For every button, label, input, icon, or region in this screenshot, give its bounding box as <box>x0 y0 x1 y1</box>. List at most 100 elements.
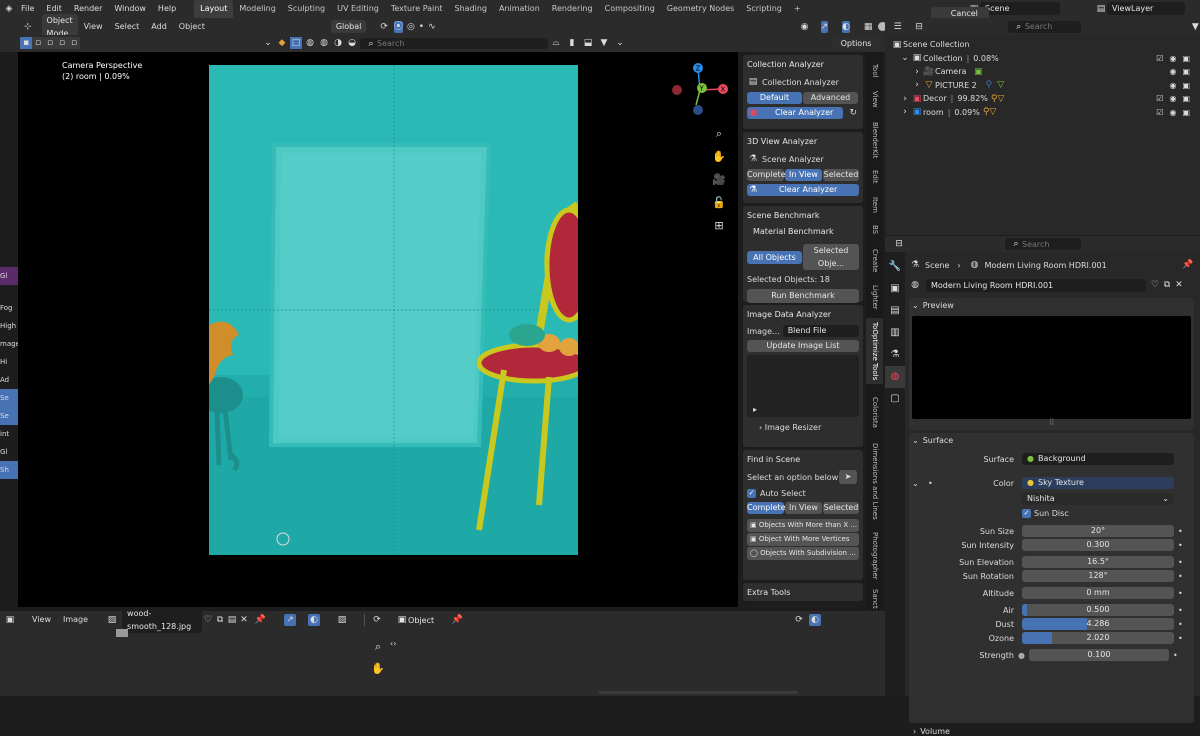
tab-layout[interactable]: Layout <box>194 0 234 18</box>
vtab-create[interactable]: Create <box>866 247 883 275</box>
camera-icon[interactable]: ▣ <box>1182 65 1190 79</box>
eye-icon[interactable]: ◉ <box>1169 92 1176 106</box>
new-image-icon[interactable]: ⧉ <box>214 614 226 626</box>
cursor-pick-icon[interactable]: ➤ <box>839 470 857 484</box>
globe-icon[interactable]: ◍ <box>318 37 330 49</box>
eye-icon[interactable]: ◉ <box>1169 106 1176 120</box>
collection-analyzer-title[interactable]: Collection Analyzer <box>747 58 859 72</box>
camera-view-icon[interactable]: 🎥 <box>711 168 727 191</box>
cube-icon[interactable]: ◆ <box>276 37 288 49</box>
chevron-down-icon[interactable]: ⌄ <box>262 37 274 49</box>
run-benchmark-button[interactable]: Run Benchmark <box>747 289 859 303</box>
properties-search-input[interactable]: ⌕ Search <box>1005 238 1081 250</box>
vtab-photographer[interactable]: Photographer <box>866 530 883 582</box>
find-tab-selected[interactable]: Selected <box>823 502 859 514</box>
vp-menu-view[interactable]: View <box>78 18 109 36</box>
select-mode-group[interactable]: ▪ ▫ ▫ ▫ ▫ <box>20 37 80 49</box>
resize-handle[interactable]: ⠿ <box>912 419 1191 427</box>
tab-modeling[interactable]: Modeling <box>233 0 281 18</box>
expand-color-icon[interactable]: ⌄ <box>912 479 928 488</box>
duplicate-icon[interactable]: ⧉ <box>1161 279 1173 291</box>
chair-back[interactable] <box>544 207 578 323</box>
vtab-view[interactable]: View <box>866 88 883 110</box>
gizmo-neg-z[interactable] <box>693 105 703 115</box>
outliner-row-picture[interactable]: › ▽ PICTURE 2 ⚲ ▽ ◉ ▣ <box>891 79 1200 93</box>
sky-type-dropdown[interactable]: Nishita ⌄ <box>1022 493 1174 505</box>
ie-zoom-icon[interactable]: ⌕ <box>370 636 386 658</box>
field-value[interactable]: 20° <box>1022 525 1174 537</box>
filter-chevron-icon[interactable]: ⌄ <box>614 37 626 49</box>
collapse-arrows-icon[interactable]: ‹› <box>390 639 396 648</box>
surface-header[interactable]: ⌄ Surface <box>912 436 1191 445</box>
tab-all-objects[interactable]: All Objects <box>747 250 802 264</box>
xray-icon[interactable]: ▦ <box>864 21 873 33</box>
zoom-icon[interactable]: ⌕ <box>711 122 727 145</box>
image-resizer-row[interactable]: › Image Resizer <box>759 423 859 432</box>
tab-selected-objects[interactable]: Selected Obje... <box>803 244 859 270</box>
field-value[interactable]: 0 mm <box>1022 587 1174 599</box>
material-benchmark-title[interactable]: Material Benchmark <box>753 225 859 239</box>
eye-icon[interactable]: ◉ <box>1169 65 1176 79</box>
world-name-field[interactable]: Modern Living Room HDRI.001 <box>926 278 1146 292</box>
refresh-icon[interactable]: ↻ <box>847 107 859 119</box>
find-tab-in-view[interactable]: In View <box>785 502 822 514</box>
tab-compositing[interactable]: Compositing <box>599 0 661 18</box>
bookmark-icon[interactable]: ▮ <box>566 37 578 49</box>
properties-editor-icon[interactable]: ⊟ <box>893 238 905 250</box>
eye-icon[interactable]: ◉ <box>1169 79 1176 93</box>
transform-orientation[interactable]: Global <box>330 20 367 33</box>
outliner-row-scene-collection[interactable]: ▣ Scene Collection <box>891 38 1200 52</box>
open-image-icon[interactable]: ▤ <box>226 614 238 626</box>
find-option-more-than-x[interactable]: ▣ Objects With More than X ... <box>747 519 859 532</box>
expand-icon[interactable]: › <box>911 66 923 78</box>
dot-icon[interactable]: • <box>1178 541 1183 550</box>
add-workspace-icon[interactable]: + <box>788 0 807 18</box>
tab-texture-paint[interactable]: Texture Paint <box>385 0 449 18</box>
dot-icon[interactable]: • <box>1173 651 1178 660</box>
select-invert-icon[interactable]: ▫ <box>56 37 68 49</box>
ie-menu-image[interactable]: Image <box>57 611 94 629</box>
pivot-icon[interactable]: ⟳ <box>371 614 383 626</box>
outliner-row-decor[interactable]: › ▣ Decor | 99.82% ⚲▽ ☑ ◉ ▣ <box>891 92 1200 106</box>
image-name-field[interactable]: wood-smooth_128.jpg <box>122 607 203 633</box>
vtab-blenderkit[interactable]: BlenderKit <box>866 118 883 162</box>
ie-overlay2-icon[interactable]: ◐ <box>809 614 822 626</box>
find-scene-title[interactable]: Find in Scene <box>747 453 859 467</box>
select-new-icon[interactable]: ▪ <box>20 37 32 49</box>
scene-name[interactable]: Scene <box>980 2 1060 15</box>
ie-sync-icon[interactable]: ⟳ <box>793 614 805 626</box>
world-props-icon[interactable]: ◍ <box>885 366 905 388</box>
outliner-search-input[interactable]: ⌕ Search <box>1007 20 1081 33</box>
collection-props-icon[interactable]: ▢ <box>885 388 905 410</box>
checkbox-icon[interactable]: ☑ <box>1156 92 1163 106</box>
field-value[interactable]: 0.100 <box>1028 649 1169 661</box>
gizmo-icon[interactable]: ↗ <box>820 20 829 33</box>
outliner-row-room[interactable]: › ▣ room | 0.09% ⚲▽ ☑ ◉ ▣ <box>891 106 1200 120</box>
tool-props-icon[interactable]: 🔧 <box>885 256 905 278</box>
find-option-more-vertices[interactable]: ▣ Object With More Vertices <box>747 533 859 546</box>
filter-icon[interactable]: ▼ <box>1191 21 1200 33</box>
camera-frame[interactable] <box>209 65 578 555</box>
vtab-tooptimize[interactable]: ToOptimize Tools <box>866 318 883 384</box>
sun-disc-checkbox[interactable]: ✓ <box>1022 509 1031 518</box>
find-option-subdivision[interactable]: ◯ Objects With Subdivision ... <box>747 547 859 560</box>
field-value[interactable]: 16.5° <box>1022 556 1174 568</box>
proportional-icon[interactable]: ◎ <box>407 21 415 33</box>
snap-icon[interactable]: ⦿ <box>393 20 403 33</box>
image-list[interactable]: ▸ <box>747 355 859 417</box>
outliner-editor-icon[interactable]: ☰ <box>893 21 902 33</box>
dust-slider[interactable]: 4.286 <box>1022 618 1174 630</box>
collapse-icon[interactable]: ⌓ <box>550 37 562 49</box>
ie-pan-hand-icon[interactable]: ✋ <box>370 658 386 680</box>
image-data-title[interactable]: Image Data Analyzer <box>747 308 859 322</box>
expand-icon[interactable]: ⌄ <box>899 52 911 64</box>
filter-icon[interactable]: ▼ <box>598 37 610 49</box>
checkbox-icon[interactable]: ☑ <box>1156 106 1163 120</box>
vp-menu-select[interactable]: Select <box>109 18 146 36</box>
tab-scripting[interactable]: Scripting <box>740 0 788 18</box>
auto-select-checkbox[interactable]: ✓ <box>747 489 756 498</box>
ie-mode-dropdown[interactable]: ▣ Object <box>391 613 448 627</box>
world-icon[interactable]: ◍ <box>909 279 921 291</box>
ie-gizmo-icon[interactable]: ↗ <box>284 614 297 626</box>
preview-header[interactable]: ⌄ Preview <box>912 301 1191 310</box>
